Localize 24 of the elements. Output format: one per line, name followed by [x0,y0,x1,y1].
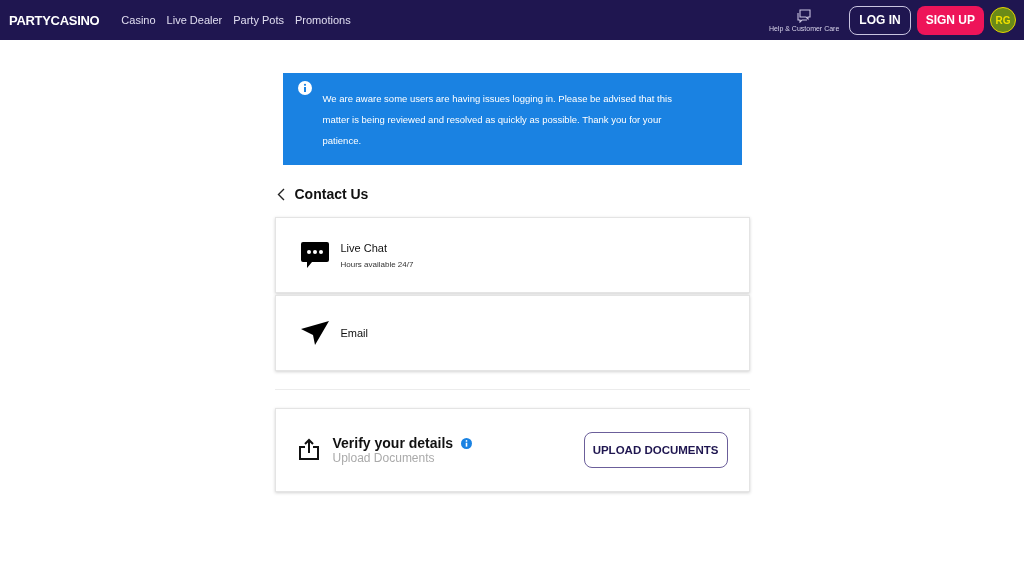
paper-plane-icon [299,320,330,346]
page-title: Contact Us [294,186,369,202]
option-title: Email [340,327,368,339]
nav-link[interactable]: Casino [121,14,156,26]
contact-option[interactable]: Email [274,295,750,371]
nav-link[interactable]: Promotions [295,14,351,26]
info-icon [297,81,312,95]
verify-subtitle: Upload Documents [332,451,436,465]
back-icon[interactable] [276,187,285,201]
upload-documents-button[interactable]: UPLOAD DOCUMENTS [583,432,728,468]
logo[interactable]: PARTYCASINO [9,12,100,28]
contact-option[interactable]: Live Chat Hours available 24/7 [274,217,750,293]
info-icon[interactable] [461,437,473,449]
chat-bubble-icon [299,240,330,270]
nav-link[interactable]: Live Dealer [166,14,223,26]
nav-link[interactable]: Party Pots [233,14,284,26]
upload-icon [296,438,321,462]
signup-button[interactable]: SIGN UP [916,5,984,35]
option-title: Live Chat [340,241,388,254]
login-button[interactable]: LOG IN [849,5,911,35]
option-subtitle: Hours available 24/7 [340,259,414,269]
chat-bubbles-icon [796,8,813,23]
verify-title: Verify your details [332,435,454,451]
notice-text: We are aware some users are having issues logging in. Please be advised that this matter is being reviewed and resolved as quickly as possible. Thank you for your patience. [322,92,673,148]
